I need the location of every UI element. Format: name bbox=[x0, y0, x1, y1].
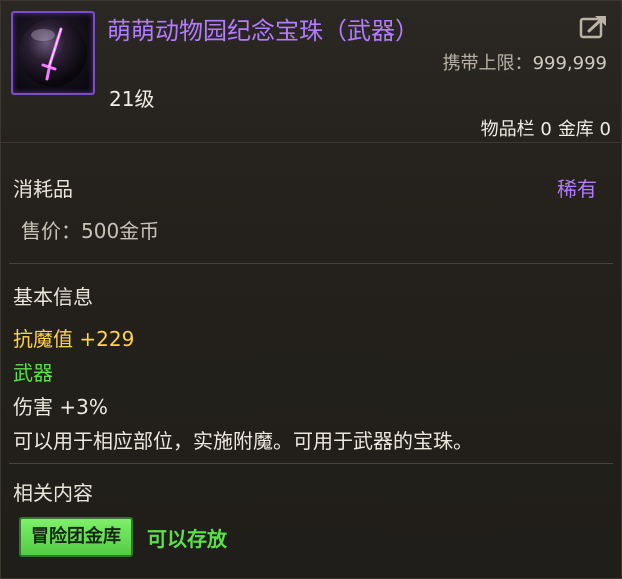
stat-magic-resist: 抗魔值 +229 bbox=[13, 327, 135, 351]
inventory-count: 物品栏 0 bbox=[480, 119, 552, 140]
section-divider bbox=[9, 263, 613, 264]
item-tooltip: 萌萌动物园纪念宝珠（武器） 携带上限：999,999 21级 物品栏 0 金库 0… bbox=[0, 0, 622, 579]
storage-counts: 物品栏 0 金库 0 bbox=[481, 115, 611, 141]
item-rarity: 稀有 bbox=[557, 177, 597, 201]
item-name: 萌萌动物园纪念宝珠（武器） bbox=[107, 17, 419, 45]
store-status: 可以存放 bbox=[147, 527, 227, 551]
carry-limit-label: 携带上限： bbox=[442, 53, 533, 74]
item-price: 售价：500金币 bbox=[21, 219, 160, 243]
item-description: 可以用于相应部位，实施附魔。可用于武器的宝珠。 bbox=[13, 429, 473, 453]
item-type: 消耗品 bbox=[13, 177, 73, 201]
share-icon[interactable] bbox=[579, 13, 609, 39]
stat-damage: 伤害 +3% bbox=[13, 395, 108, 419]
related-title: 相关内容 bbox=[13, 481, 93, 505]
section-divider bbox=[9, 463, 613, 464]
guild-bank-badge: 冒险团金库 bbox=[19, 517, 133, 557]
carry-limit-value: 999,999 bbox=[532, 53, 607, 74]
carry-limit: 携带上限：999,999 bbox=[443, 49, 607, 75]
basic-info-title: 基本信息 bbox=[13, 285, 93, 309]
bank-count: 金库 0 bbox=[557, 119, 611, 140]
tooltip-header: 萌萌动物园纪念宝珠（武器） 携带上限：999,999 21级 物品栏 0 金库 0 bbox=[1, 1, 621, 143]
item-level: 21级 bbox=[109, 87, 155, 111]
item-orb-icon bbox=[11, 11, 95, 95]
stat-weapon-tag: 武器 bbox=[13, 361, 53, 385]
